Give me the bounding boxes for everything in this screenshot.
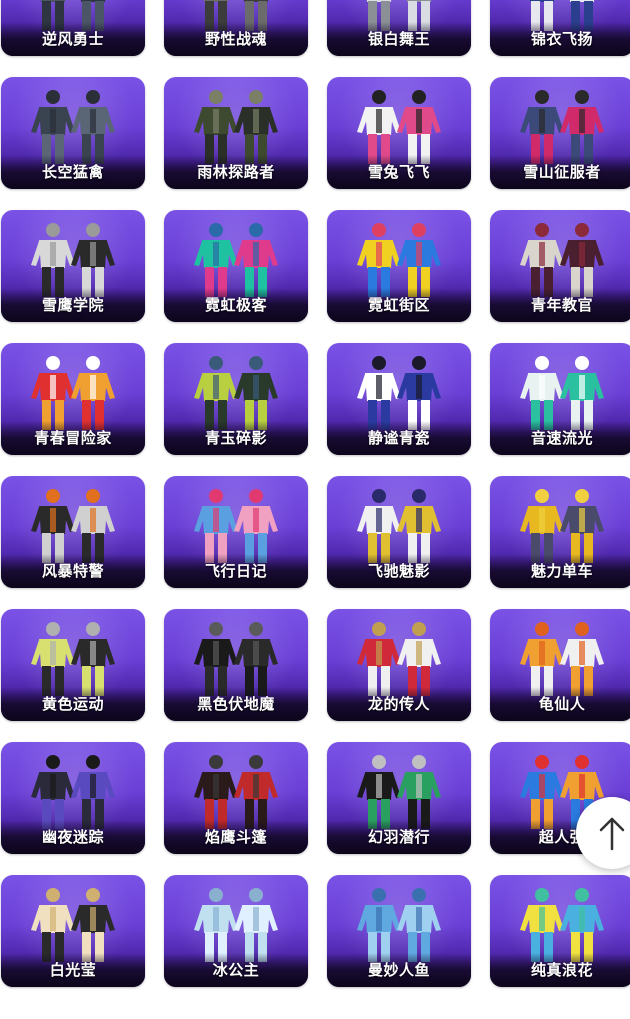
outfit-card[interactable]: 幻羽潜行 [327, 742, 471, 854]
outfit-name: 黑色伏地魔 [197, 695, 275, 713]
outfit-image [520, 90, 604, 164]
outfit-name: 静谧青瓷 [367, 429, 430, 447]
outfit-image [357, 755, 441, 829]
outfit-card[interactable]: 静谧青瓷 [327, 343, 471, 455]
outfit-name: 飞行日记 [204, 562, 267, 580]
outfit-image [357, 622, 441, 696]
outfit-card[interactable]: 雪鹰学院 [1, 210, 145, 322]
outfit-name: 长空猛禽 [41, 163, 104, 181]
outfit-image [520, 223, 604, 297]
outfit-name: 雪兔飞飞 [367, 163, 430, 181]
outfit-image [194, 622, 278, 696]
outfit-card[interactable]: 银白舞王 [327, 0, 471, 56]
outfit-name: 幽夜迷踪 [41, 828, 104, 846]
outfit-image [194, 223, 278, 297]
outfit-card[interactable]: 音速流光 [490, 343, 630, 455]
outfit-card[interactable]: 纯真浪花 [490, 875, 630, 987]
outfit-card[interactable]: 野性战魂 [164, 0, 308, 56]
outfit-image [357, 356, 441, 430]
outfit-image [194, 489, 278, 563]
outfit-card[interactable]: 龟仙人 [490, 609, 630, 721]
outfit-image [357, 90, 441, 164]
outfit-name: 纯真浪花 [530, 961, 593, 979]
outfit-name: 野性战魂 [204, 30, 267, 48]
outfit-name: 黄色运动 [41, 695, 104, 713]
outfit-name: 魅力单车 [530, 562, 593, 580]
outfit-image [194, 755, 278, 829]
outfit-card[interactable]: 逆风勇士 [1, 0, 145, 56]
outfit-image [357, 888, 441, 962]
outfit-card[interactable]: 青玉碎影 [164, 343, 308, 455]
outfit-card[interactable]: 青春冒险家 [1, 343, 145, 455]
outfit-card[interactable]: 飞驰魅影 [327, 476, 471, 588]
outfit-card[interactable]: 曼妙人鱼 [327, 875, 471, 987]
outfit-name: 雪鹰学院 [41, 296, 104, 314]
outfit-image [31, 356, 115, 430]
outfit-name: 幻羽潜行 [367, 828, 430, 846]
outfit-image [31, 755, 115, 829]
outfit-card[interactable]: 锦衣飞扬 [490, 0, 630, 56]
outfit-name: 霓虹极客 [204, 296, 267, 314]
outfit-card[interactable]: 雪兔飞飞 [327, 77, 471, 189]
outfit-card[interactable]: 青年教官 [490, 210, 630, 322]
outfit-card[interactable]: 风暴特警 [1, 476, 145, 588]
outfit-name: 白光莹 [49, 961, 97, 979]
outfit-name: 曼妙人鱼 [367, 961, 430, 979]
outfit-card[interactable]: 幽夜迷踪 [1, 742, 145, 854]
outfit-card[interactable]: 霓虹街区 [327, 210, 471, 322]
outfit-name: 冰公主 [212, 961, 260, 979]
outfit-name: 雪山征服者 [523, 163, 601, 181]
outfit-name: 青年教官 [530, 296, 593, 314]
outfit-card[interactable]: 雪山征服者 [490, 77, 630, 189]
outfit-image [520, 888, 604, 962]
outfit-card[interactable]: 长空猛禽 [1, 77, 145, 189]
outfit-image [31, 888, 115, 962]
outfit-name: 青春冒险家 [34, 429, 112, 447]
outfit-card[interactable]: 魅力单车 [490, 476, 630, 588]
outfit-card[interactable]: 冰公主 [164, 875, 308, 987]
arrow-up-icon [599, 817, 625, 851]
outfit-image [520, 622, 604, 696]
outfit-image [31, 90, 115, 164]
outfit-name: 风暴特警 [41, 562, 104, 580]
outfit-image [520, 489, 604, 563]
outfit-name: 龟仙人 [538, 695, 586, 713]
outfit-name: 焰鹰斗篷 [204, 828, 267, 846]
outfit-name: 雨林探路者 [197, 163, 275, 181]
outfit-grid: 逆风勇士 野性战魂 银白舞王 锦衣飞扬长空猛禽 雨林探路者 雪兔飞飞 雪山征服者雪鹰学院 霓虹… [0, 0, 630, 987]
outfit-image [194, 90, 278, 164]
outfit-image [194, 356, 278, 430]
outfit-card[interactable]: 黄色运动 [1, 609, 145, 721]
outfit-card[interactable]: 霓虹极客 [164, 210, 308, 322]
outfit-name: 银白舞王 [367, 30, 430, 48]
outfit-image [357, 223, 441, 297]
outfit-card[interactable]: 黑色伏地魔 [164, 609, 308, 721]
outfit-name: 逆风勇士 [41, 30, 104, 48]
outfit-gallery-page: 逆风勇士 野性战魂 银白舞王 锦衣飞扬长空猛禽 雨林探路者 雪兔飞飞 雪山征服者雪鹰学院 霓虹… [0, 0, 630, 1019]
outfit-image [194, 888, 278, 962]
outfit-card[interactable]: 焰鹰斗篷 [164, 742, 308, 854]
outfit-image [357, 489, 441, 563]
outfit-name: 霓虹街区 [367, 296, 430, 314]
outfit-card[interactable]: 龙的传人 [327, 609, 471, 721]
outfit-name: 龙的传人 [367, 695, 430, 713]
outfit-name: 青玉碎影 [204, 429, 267, 447]
outfit-card[interactable]: 白光莹 [1, 875, 145, 987]
outfit-card[interactable]: 雨林探路者 [164, 77, 308, 189]
outfit-image [31, 223, 115, 297]
outfit-card[interactable]: 飞行日记 [164, 476, 308, 588]
outfit-name: 飞驰魅影 [367, 562, 430, 580]
outfit-name: 音速流光 [530, 429, 593, 447]
outfit-image [31, 489, 115, 563]
outfit-name: 锦衣飞扬 [530, 30, 593, 48]
outfit-image [520, 356, 604, 430]
outfit-image [31, 622, 115, 696]
